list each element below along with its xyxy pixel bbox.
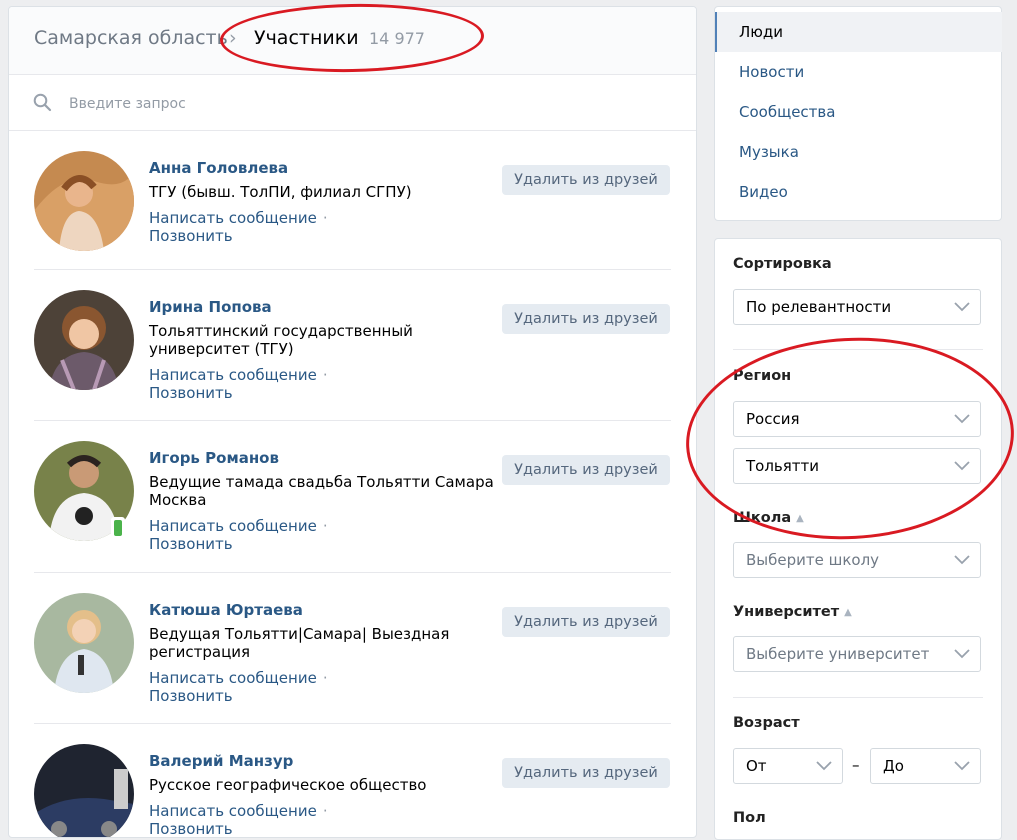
- menu-item-news[interactable]: Новости: [739, 63, 804, 81]
- list-item: Ирина Попова Тольяттинский государственн…: [9, 270, 696, 421]
- chevron-down-icon: [816, 761, 832, 771]
- menu-item-people[interactable]: Люди: [739, 23, 783, 41]
- list-item: Игорь Романов Ведущие тамада свадьба Тол…: [9, 421, 696, 573]
- message-link[interactable]: Написать сообщение ·: [149, 366, 328, 384]
- person-info: Ведущие тамада свадьба Тольятти Самара М…: [149, 473, 494, 509]
- chevron-down-icon: [954, 761, 970, 771]
- mobile-online-icon: [111, 517, 125, 539]
- person-info: Тольяттинский государственный университе…: [149, 322, 413, 358]
- filters-panel: Сортировка По релевантности Регион Росси…: [714, 238, 1002, 840]
- breadcrumb[interactable]: Самарская область: [34, 27, 228, 49]
- person-info: Русское географическое общество: [149, 776, 427, 794]
- person-info: Ведущая Тольятти|Самара| Выездная регист…: [149, 625, 450, 661]
- people-list: Анна Головлева ТГУ (бывш. ТолПИ, филиал …: [9, 131, 696, 837]
- message-link[interactable]: Написать сообщение ·: [149, 517, 328, 535]
- remove-friend-button[interactable]: Удалить из друзей: [502, 304, 670, 334]
- remove-friend-button[interactable]: Удалить из друзей: [502, 165, 670, 195]
- person-name[interactable]: Игорь Романов: [149, 449, 279, 467]
- menu-item-video[interactable]: Видео: [739, 183, 788, 201]
- age-from-select[interactable]: От: [733, 748, 843, 784]
- search-bar: [9, 75, 696, 131]
- menu-item-communities[interactable]: Сообщества: [739, 103, 835, 121]
- person-name[interactable]: Катюша Юртаева: [149, 601, 303, 619]
- collapse-icon: ▲: [844, 606, 852, 618]
- school-select[interactable]: Выберите школу: [733, 542, 981, 578]
- message-link[interactable]: Написать сообщение ·: [149, 669, 328, 687]
- menu-item-music[interactable]: Музыка: [739, 143, 799, 161]
- call-link[interactable]: Позвонить: [149, 820, 233, 837]
- message-link[interactable]: Написать сообщение ·: [149, 802, 328, 820]
- person-info: ТГУ (бывш. ТолПИ, филиал СГПУ): [149, 183, 412, 201]
- sort-select[interactable]: По релевантности: [733, 289, 981, 325]
- search-input[interactable]: [67, 91, 671, 117]
- search-sections-menu: Люди Новости Сообщества Музыка Видео: [714, 6, 1002, 221]
- university-label[interactable]: Университет ▲: [733, 604, 852, 620]
- call-link[interactable]: Позвонить: [149, 227, 233, 245]
- list-item: Анна Головлева ТГУ (бывш. ТолПИ, филиал …: [9, 131, 696, 270]
- remove-friend-button[interactable]: Удалить из друзей: [502, 758, 670, 788]
- divider: [733, 697, 983, 698]
- person-name[interactable]: Анна Головлева: [149, 159, 288, 177]
- avatar[interactable]: [34, 744, 134, 837]
- avatar[interactable]: [34, 151, 134, 251]
- chevron-down-icon: [954, 649, 970, 659]
- call-link[interactable]: Позвонить: [149, 384, 233, 402]
- university-select[interactable]: Выберите университет: [733, 636, 981, 672]
- age-range-dash: –: [852, 756, 860, 774]
- gender-label: Пол: [733, 810, 766, 826]
- person-name[interactable]: Валерий Манзур: [149, 752, 293, 770]
- message-link[interactable]: Написать сообщение ·: [149, 209, 328, 227]
- call-link[interactable]: Позвонить: [149, 535, 233, 553]
- age-label: Возраст: [733, 715, 800, 731]
- members-panel: Самарская область › Участники 14 977 Анн…: [8, 6, 697, 838]
- avatar[interactable]: [34, 593, 134, 693]
- sort-label: Сортировка: [733, 256, 832, 272]
- chevron-down-icon: [954, 555, 970, 565]
- list-item: Валерий Манзур Русское географическое об…: [9, 724, 696, 837]
- search-icon: [33, 93, 52, 112]
- list-item: Катюша Юртаева Ведущая Тольятти|Самара| …: [9, 573, 696, 724]
- call-link[interactable]: Позвонить: [149, 687, 233, 705]
- remove-friend-button[interactable]: Удалить из друзей: [502, 455, 670, 485]
- age-to-select[interactable]: До: [870, 748, 981, 784]
- remove-friend-button[interactable]: Удалить из друзей: [502, 607, 670, 637]
- avatar[interactable]: [34, 290, 134, 390]
- person-name[interactable]: Ирина Попова: [149, 298, 272, 316]
- chevron-down-icon: [954, 302, 970, 312]
